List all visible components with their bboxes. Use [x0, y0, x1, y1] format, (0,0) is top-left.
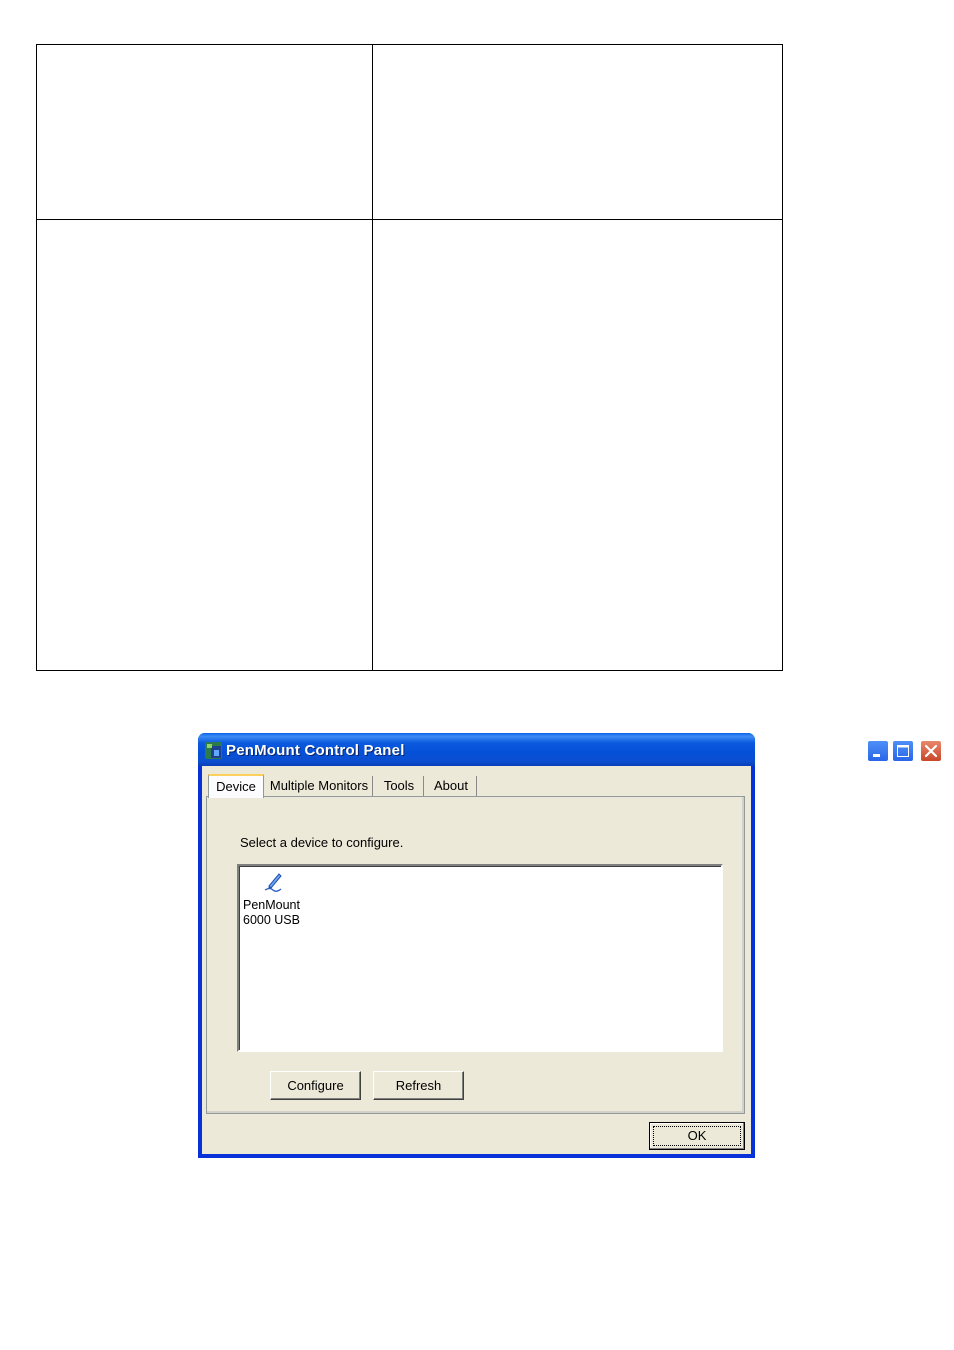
tab-about[interactable]: About — [426, 776, 477, 797]
minimize-button[interactable] — [867, 740, 889, 762]
tab-multiple-monitors[interactable]: Multiple Monitors — [266, 776, 373, 797]
device-list[interactable]: PenMount 6000 USB — [237, 864, 723, 1052]
ok-button[interactable]: OK — [649, 1122, 745, 1150]
table-row — [36, 219, 783, 671]
window-title: PenMount Control Panel — [226, 742, 405, 759]
document-table — [36, 44, 783, 671]
device-tab-panel: Select a device to configure. PenMount 6… — [206, 796, 745, 1114]
table-row — [36, 44, 783, 220]
device-model: 6000 USB — [243, 913, 300, 927]
penmount-control-panel-window: PenMount Control Panel Device Multiple M… — [198, 733, 942, 1158]
select-device-prompt: Select a device to configure. — [240, 835, 404, 850]
configure-button[interactable]: Configure — [270, 1071, 361, 1100]
window-client-area: Device Multiple Monitors Tools About Sel… — [202, 766, 751, 1154]
pen-device-icon — [263, 870, 285, 892]
ok-button-label: OK — [687, 1128, 707, 1143]
table-cell — [372, 219, 783, 671]
maximize-button[interactable] — [892, 740, 914, 762]
table-cell — [36, 219, 373, 671]
tab-tools[interactable]: Tools — [375, 776, 424, 797]
penmount-app-icon — [205, 742, 222, 759]
table-cell — [36, 44, 373, 220]
device-name: PenMount — [243, 898, 300, 912]
close-icon — [924, 744, 938, 758]
title-bar[interactable]: PenMount Control Panel — [198, 733, 942, 766]
close-button[interactable] — [920, 740, 942, 762]
refresh-button[interactable]: Refresh — [373, 1071, 464, 1100]
device-label: PenMount 6000 USB — [243, 898, 300, 928]
tab-device[interactable]: Device — [208, 774, 264, 798]
minimize-icon — [873, 754, 880, 757]
table-cell — [372, 44, 783, 220]
maximize-icon — [897, 745, 909, 757]
